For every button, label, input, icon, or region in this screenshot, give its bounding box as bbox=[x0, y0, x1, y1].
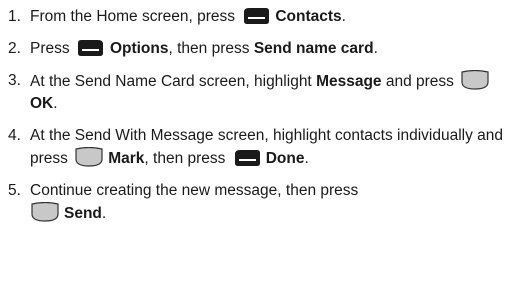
step-text-part: Press bbox=[30, 40, 70, 57]
step-text: At the Send Name Card screen, highlight … bbox=[30, 70, 508, 115]
key-label: Contacts bbox=[275, 8, 342, 25]
step-text: From the Home screen, press Contacts. bbox=[30, 6, 508, 28]
step-text: Continue creating the new message, then … bbox=[30, 180, 508, 225]
key-label: Send bbox=[64, 205, 102, 222]
step-3: 3. At the Send Name Card screen, highlig… bbox=[8, 70, 508, 115]
ok-key-icon bbox=[75, 147, 103, 167]
step-text-part: . bbox=[101, 205, 107, 222]
step-4: 4. At the Send With Message screen, high… bbox=[8, 125, 508, 170]
ok-key-icon bbox=[461, 70, 489, 90]
ok-key-icon bbox=[31, 202, 59, 222]
step-5: 5. Continue creating the new message, th… bbox=[8, 180, 508, 225]
step-text-part: . bbox=[373, 40, 378, 57]
key-label: OK bbox=[30, 95, 54, 112]
step-text-part: . bbox=[304, 150, 309, 167]
instruction-list: 1. From the Home screen, press Contacts.… bbox=[8, 4, 508, 235]
step-text-part: Continue creating the new message, then … bbox=[30, 182, 359, 199]
step-text-part: and press bbox=[385, 73, 454, 90]
step-text-part: , then press bbox=[168, 40, 250, 57]
key-label: Mark bbox=[108, 150, 145, 167]
key-label: Done bbox=[265, 150, 305, 167]
step-2: 2. Press Options, then press Send name c… bbox=[8, 38, 508, 60]
left-softkey-icon bbox=[244, 8, 270, 24]
right-softkey-icon bbox=[77, 40, 103, 56]
step-number: 2. bbox=[8, 40, 21, 57]
step-text-part: From the Home screen, press bbox=[30, 8, 236, 25]
step-number: 3. bbox=[8, 72, 21, 89]
step-1: 1. From the Home screen, press Contacts. bbox=[8, 6, 508, 28]
key-label: Options bbox=[109, 40, 169, 57]
step-number: 4. bbox=[8, 127, 21, 144]
left-softkey-icon bbox=[234, 150, 260, 166]
key-label: Send name card bbox=[253, 40, 374, 57]
step-text: Press Options, then press Send name card… bbox=[30, 38, 508, 60]
step-text-part: . bbox=[341, 8, 346, 25]
step-text-part: , then press bbox=[144, 150, 226, 167]
step-text: At the Send With Message screen, highlig… bbox=[30, 125, 508, 170]
key-label: Message bbox=[316, 73, 382, 90]
step-text-part: . bbox=[53, 95, 58, 112]
step-number: 5. bbox=[8, 182, 21, 199]
step-number: 1. bbox=[8, 8, 21, 25]
step-text-part: At the Send Name Card screen, highlight bbox=[30, 73, 312, 90]
